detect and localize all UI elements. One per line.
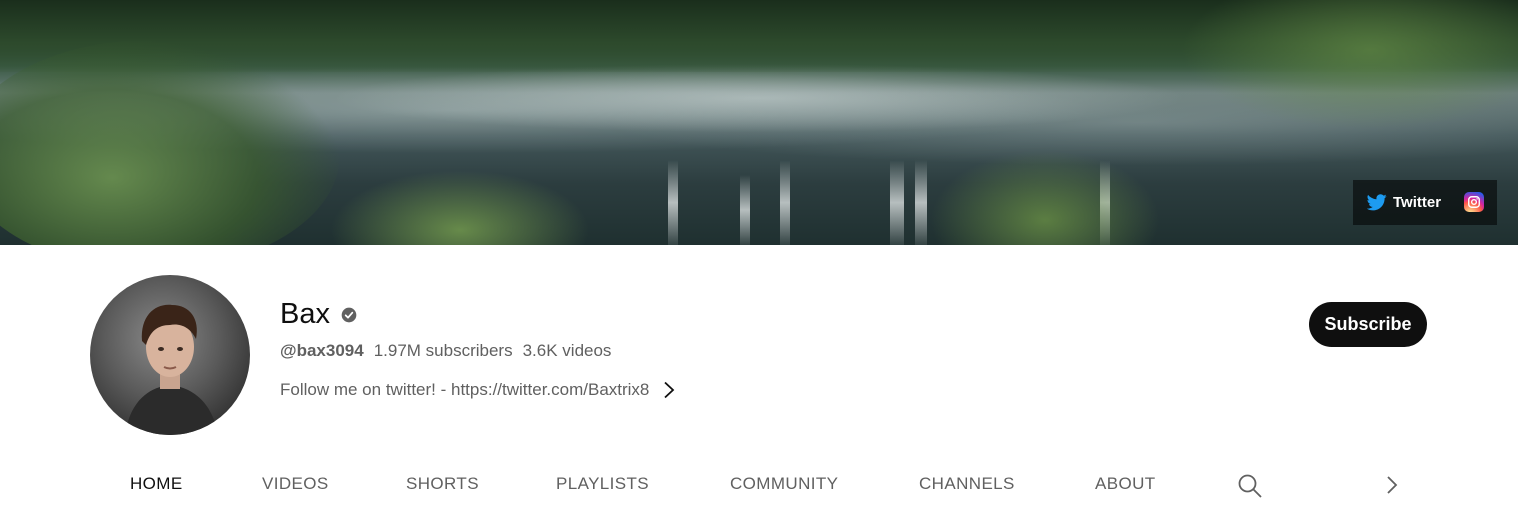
tab-shorts[interactable]: SHORTS <box>406 473 479 495</box>
banner-reflection <box>780 160 790 245</box>
twitter-link-label: Twitter <box>1393 194 1442 211</box>
banner-reflection <box>915 160 927 245</box>
channel-description[interactable]: Follow me on twitter! - https://twitter.… <box>280 379 675 401</box>
tab-videos[interactable]: VIDEOS <box>262 473 329 495</box>
banner-foliage-right <box>1180 0 1518 130</box>
tab-about[interactable]: ABOUT <box>1095 473 1156 495</box>
avatar-portrait <box>125 304 218 435</box>
channel-avatar[interactable] <box>90 275 250 435</box>
banner-foliage-center <box>930 150 1160 245</box>
tab-channels[interactable]: CHANNELS <box>919 473 1015 495</box>
verified-check-icon <box>341 307 357 323</box>
banner-links: Twitter <box>1353 180 1497 225</box>
banner-reflection <box>890 160 904 245</box>
subscriber-count: 1.97M subscribers <box>373 341 513 360</box>
channel-meta: @bax3094 1.97M subscribers 3.6K videos <box>280 340 611 362</box>
tab-home[interactable]: HOME <box>130 473 183 495</box>
twitter-icon <box>1367 194 1387 211</box>
banner-reflection <box>740 175 750 245</box>
search-icon[interactable] <box>1237 473 1263 499</box>
tab-playlists[interactable]: PLAYLISTS <box>556 473 649 495</box>
twitter-link[interactable]: Twitter <box>1367 194 1441 211</box>
chevron-right-icon <box>664 381 675 399</box>
subscribe-button[interactable]: Subscribe <box>1309 302 1427 347</box>
channel-name: Bax <box>280 298 330 330</box>
banner-reflection <box>668 160 678 245</box>
chevron-right-icon[interactable] <box>1382 474 1402 496</box>
tab-community[interactable]: COMMUNITY <box>730 473 838 495</box>
banner-foliage-bottom <box>330 170 590 245</box>
channel-description-text: Follow me on twitter! - https://twitter.… <box>280 380 650 399</box>
video-count: 3.6K videos <box>522 341 612 360</box>
channel-handle: @bax3094 <box>280 341 364 360</box>
channel-banner: Twitter <box>0 0 1518 245</box>
instagram-glyph <box>1468 196 1480 208</box>
instagram-icon[interactable] <box>1464 192 1484 212</box>
